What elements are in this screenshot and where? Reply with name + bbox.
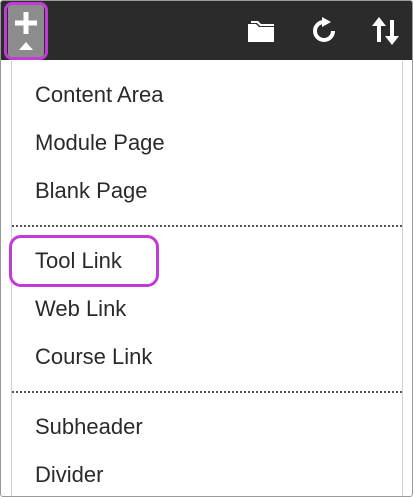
add-menu-item-button[interactable]	[4, 2, 48, 60]
menu-item-course-link[interactable]: Course Link	[35, 343, 152, 371]
menu-divider	[12, 225, 402, 227]
course-menu-toolbar	[1, 1, 412, 60]
menu-item-blank-page[interactable]: Blank Page	[35, 177, 148, 205]
sort-icon[interactable]	[369, 14, 403, 48]
add-button-highlight	[4, 2, 48, 60]
refresh-icon[interactable]	[307, 14, 341, 48]
menu-item-divider[interactable]: Divider	[35, 461, 103, 489]
menu-item-subheader[interactable]: Subheader	[35, 413, 143, 441]
folder-icon[interactable]	[244, 14, 278, 48]
menu-item-content-area[interactable]: Content Area	[35, 81, 163, 109]
menu-item-module-page[interactable]: Module Page	[35, 129, 165, 157]
menu-item-web-link[interactable]: Web Link	[35, 295, 126, 323]
add-menu-panel: Content Area Module Page Blank Page Tool…	[0, 0, 413, 497]
tool-link-highlight	[9, 235, 159, 287]
menu-divider	[12, 391, 402, 393]
